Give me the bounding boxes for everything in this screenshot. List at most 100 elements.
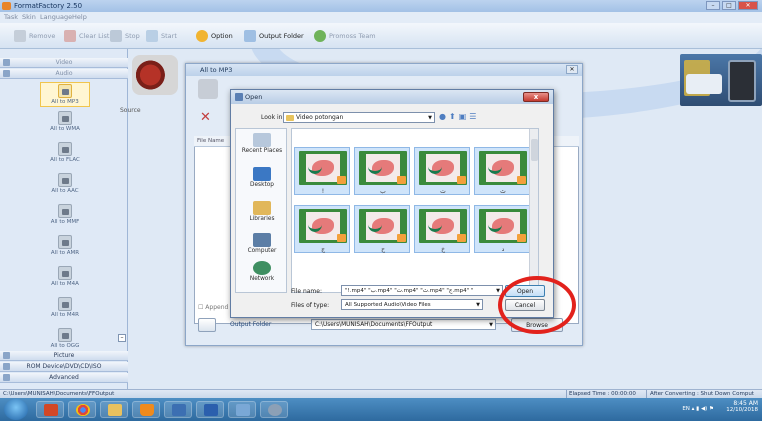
format-all-to-amr[interactable]: All to AMR (40, 235, 90, 256)
mp3-dialog-close-button[interactable]: ✕ (566, 65, 578, 74)
device-panel[interactable] (680, 54, 762, 106)
taskbar-powerpoint[interactable] (36, 401, 64, 418)
format-all-to-mp3[interactable]: All to MP3 (40, 82, 90, 107)
file-thumbnail[interactable]: ب (354, 147, 410, 195)
format-all-to-m4a[interactable]: All to M4A (40, 266, 90, 287)
look-in-select[interactable]: Video potongan ▼ (283, 112, 435, 123)
files-of-type-select[interactable]: All Supported Audio\Video Files ▼ (341, 299, 483, 310)
taskbar-app[interactable] (164, 401, 192, 418)
file-thumbnail[interactable]: ت (414, 147, 470, 195)
menu-help[interactable]: Help (72, 13, 87, 21)
place-recent[interactable]: Recent Places (236, 133, 288, 154)
category-advanced[interactable]: Advanced (0, 373, 128, 383)
aac-icon (58, 173, 72, 187)
file-thumbnail[interactable]: ! (294, 147, 350, 195)
video-play-icon (397, 234, 406, 242)
scrollbar-thumb[interactable] (531, 139, 538, 161)
maximize-button[interactable]: □ (722, 1, 736, 10)
video-thumbnail-image (299, 209, 347, 243)
format-all-to-wma[interactable]: All to WMA (40, 111, 90, 132)
taskbar-word[interactable] (196, 401, 224, 418)
format-all-to-mmf[interactable]: All to MMF (40, 204, 90, 225)
category-rom[interactable]: ROM Device\DVD\CD\ISO (0, 362, 128, 372)
word-icon (204, 404, 218, 416)
look-in-label: Look in: (261, 114, 285, 121)
stop-button[interactable]: Stop (110, 29, 140, 43)
tray-language[interactable]: EN ▴ ▮ ◀) ⚑ (682, 406, 714, 412)
menu-task[interactable]: Task (4, 13, 18, 21)
flac-icon (58, 142, 72, 156)
taskbar-vlc[interactable] (132, 401, 160, 418)
view-menu-icon[interactable]: ☰ (469, 112, 476, 121)
tray-date[interactable]: 12/10/2018 (726, 407, 758, 413)
output-folder-button[interactable]: Output Folder (244, 29, 304, 43)
output-folder-select[interactable]: C:\Users\MUNISAH\Documents\FFOutput ▼ (311, 319, 496, 330)
format-all-to-ogg[interactable]: All to OGG (40, 328, 90, 349)
tray-time[interactable]: 8:45 AM (726, 400, 758, 407)
collapse-toggle[interactable]: – (118, 334, 126, 342)
mp3-dialog-format-icon (198, 79, 218, 99)
formatfactory-logo-icon (2, 2, 11, 10)
remove-item-icon[interactable]: ✕ (200, 110, 211, 125)
dropdown-arrow-icon: ▼ (489, 322, 493, 328)
taskbar-misc[interactable] (260, 401, 288, 418)
advanced-category-icon (3, 374, 10, 381)
append-checkbox[interactable]: ☐ Append (198, 304, 228, 311)
up-folder-icon[interactable]: ⬆ (449, 112, 456, 121)
status-after-converting[interactable]: After Converting : Shut Down Comput (650, 391, 754, 397)
file-name-input[interactable]: "!.mp4" "ب.mp4" "ت.mp4" "ث.mp4" "ج.mp4" … (341, 285, 503, 296)
file-thumbnail[interactable]: د (474, 205, 530, 253)
option-gear-icon (196, 30, 208, 42)
file-thumbnail[interactable]: ث (474, 147, 530, 195)
place-computer[interactable]: Computer (236, 233, 288, 254)
taskbar-explorer[interactable] (100, 401, 128, 418)
dropdown-arrow-icon: ▼ (428, 115, 432, 121)
start-button[interactable] (4, 399, 28, 420)
video-thumbnail-image (479, 151, 527, 185)
option-button[interactable]: Option (196, 29, 233, 43)
minimize-button[interactable]: – (706, 1, 720, 10)
video-play-icon (337, 176, 346, 184)
category-audio[interactable]: Audio (0, 69, 128, 79)
close-button[interactable]: ✕ (738, 1, 758, 10)
place-libraries[interactable]: Libraries (236, 201, 288, 222)
taskbar-formatfactory[interactable] (228, 401, 256, 418)
format-all-to-m4r[interactable]: All to M4R (40, 297, 90, 318)
open-dialog-title: Open (245, 93, 263, 101)
clear-list-button[interactable]: Clear List (64, 29, 109, 43)
open-dialog-close-button[interactable]: x (523, 92, 549, 102)
picture-category-icon (3, 352, 10, 359)
category-picture[interactable]: Picture (0, 351, 128, 361)
category-video[interactable]: Video (0, 58, 128, 68)
file-thumbnail[interactable]: ح (354, 205, 410, 253)
place-network[interactable]: Network (236, 261, 288, 282)
taskbar-chrome[interactable] (68, 401, 96, 418)
mmf-icon (58, 204, 72, 218)
file-thumbnail[interactable]: خ (414, 205, 470, 253)
grid-scrollbar[interactable] (529, 129, 538, 292)
new-folder-icon[interactable]: ▣ (459, 112, 467, 121)
files-of-type-label: Files of type: (291, 302, 330, 309)
back-icon[interactable]: ● (439, 112, 446, 121)
place-desktop[interactable]: Desktop (236, 167, 288, 188)
computer-icon (253, 233, 271, 247)
folder-icon (108, 404, 122, 416)
promo-button[interactable]: Promoss Team (314, 29, 376, 43)
app-titlebar: FormatFactory 2.50 – □ ✕ (0, 0, 762, 12)
vlc-icon (140, 404, 154, 416)
nav-icons: ● ⬆ ▣ ☰ (439, 112, 476, 121)
output-settings-button[interactable] (198, 318, 216, 332)
m4r-icon (58, 297, 72, 311)
remove-button[interactable]: Remove (14, 29, 55, 43)
player-device-icon (686, 74, 722, 94)
menu-skin[interactable]: Skin (22, 13, 36, 21)
rom-category-icon (3, 363, 10, 370)
start-button[interactable]: Start (146, 29, 177, 43)
file-thumbnail[interactable]: ج (294, 205, 350, 253)
format-all-to-aac[interactable]: All to AAC (40, 173, 90, 194)
menu-language[interactable]: Language (40, 13, 72, 21)
promo-icon (314, 30, 326, 42)
formatfactory-icon (236, 404, 250, 416)
output-folder-icon (244, 30, 256, 42)
format-all-to-flac[interactable]: All to FLAC (40, 142, 90, 163)
